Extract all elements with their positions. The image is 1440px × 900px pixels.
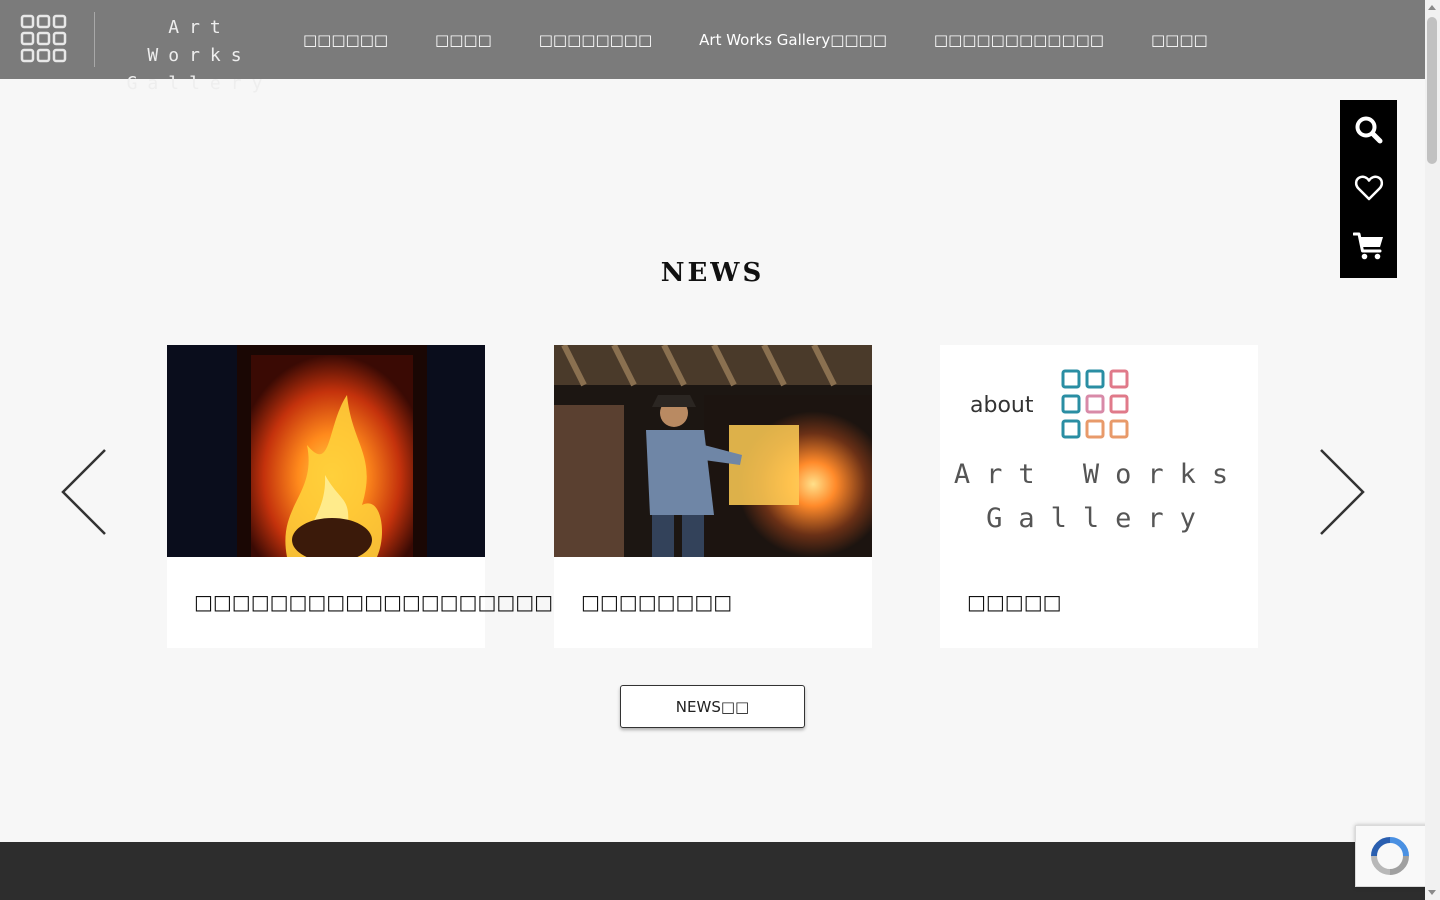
nav-item-6[interactable]: □□□□ [1151, 31, 1208, 49]
recaptcha-badge[interactable] [1355, 825, 1429, 887]
logo-grid-icon[interactable] [20, 14, 68, 64]
logo-line-1: Art Works [147, 17, 252, 66]
favorites-button[interactable] [1340, 159, 1397, 217]
logo-divider [94, 12, 95, 67]
scroll-down-icon[interactable] [1428, 890, 1436, 895]
logo-wordmark[interactable]: Art Works Gallery [112, 14, 287, 98]
nav-item-1[interactable]: □□□□□□ [303, 31, 388, 49]
about-logo-line-2: Gallery [986, 503, 1212, 534]
site-footer [0, 842, 1425, 900]
page-scrollbar[interactable] [1425, 0, 1440, 900]
main-nav: □□□□□□ □□□□ □□□□□□□□ Art Works Gallery□□… [303, 0, 1255, 79]
chevron-left-icon [61, 449, 106, 535]
cart-icon [1352, 232, 1383, 260]
carousel-next-button[interactable] [1318, 448, 1366, 536]
news-card-title: □□□□□□□□□□□□□□□□□□□ [194, 590, 554, 614]
chevron-right-icon [1320, 449, 1365, 535]
news-card-2[interactable]: □□□□□□□□ [554, 345, 872, 648]
about-art-works-gallery-logo: about Art Works Gallery [940, 345, 1258, 557]
heart-icon [1354, 175, 1383, 201]
news-more-button[interactable]: NEWS□□ [620, 685, 805, 728]
news-card-title: □□□□□□□□ [581, 590, 733, 614]
about-logo-line-1: Art Works [953, 459, 1245, 490]
news-card-1[interactable]: □□□□□□□□□□□□□□□□□□□ [167, 345, 553, 648]
nav-item-5[interactable]: □□□□□□□□□□□□ [934, 31, 1104, 49]
search-icon [1355, 116, 1382, 144]
scroll-up-icon[interactable] [1428, 5, 1436, 10]
scroll-thumb[interactable] [1427, 17, 1437, 164]
side-tool-panel [1340, 100, 1397, 278]
about-label: about [970, 393, 1034, 418]
nav-item-2[interactable]: □□□□ [435, 31, 492, 49]
news-card-title: □□□□□ [967, 590, 1062, 614]
potter-at-kiln-photo [554, 345, 872, 557]
logo-line-2: Gallery [126, 73, 273, 94]
nav-item-4[interactable]: Art Works Gallery□□□□ [699, 31, 887, 49]
kiln-fire-photo [167, 345, 485, 557]
news-card-3[interactable]: about Art Works Gallery □□□□□ [940, 345, 1258, 648]
search-button[interactable] [1340, 101, 1397, 159]
news-section-title: NEWS [660, 258, 765, 288]
nav-item-3[interactable]: □□□□□□□□ [539, 31, 652, 49]
site-header: Art Works Gallery □□□□□□ □□□□ □□□□□□□□ A… [0, 0, 1425, 94]
carousel-prev-button[interactable] [60, 448, 108, 536]
recaptcha-icon [1371, 837, 1409, 875]
